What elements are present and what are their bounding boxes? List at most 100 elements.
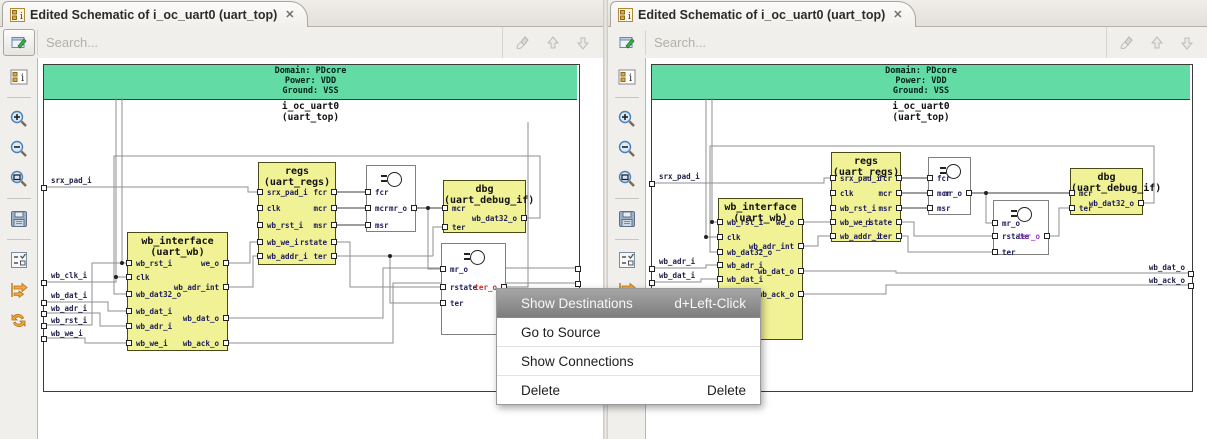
edge-pin-label[interactable]: srx_pad_i [659,172,700,181]
edge-pin-label[interactable]: srx_pad_i [51,176,92,185]
menu-item-show-destinations[interactable]: Show Destinations d+Left-Click [497,289,760,318]
schematic-pin[interactable] [1188,283,1194,289]
search-input[interactable] [37,30,502,55]
port-label[interactable]: msr [937,204,951,213]
port-label[interactable]: srx_pad_i [840,174,881,183]
save-icon[interactable] [6,206,32,232]
port-label[interactable]: rstate [300,238,327,247]
block-gate-mr[interactable]: fcr mcr msr mr_o [366,165,416,232]
schematic-pin[interactable] [41,336,47,342]
zoom-fit-icon[interactable] [6,165,32,191]
edge-pin-label[interactable]: wb_ack_o [1149,276,1185,285]
port-label[interactable]: fcr [937,174,951,183]
edge-pin-label[interactable]: wb_we_i [51,329,83,338]
port-label[interactable]: wb_rst_i [267,221,303,230]
port-label[interactable]: we_o [201,259,219,268]
port-label[interactable]: mcr [452,204,466,213]
schematic-source-icon[interactable]: i [614,64,640,90]
zoom-in-icon[interactable] [6,105,32,131]
port-label[interactable]: rstate [450,283,477,292]
edit-search-icon[interactable] [3,29,35,56]
menu-item-go-to-source[interactable]: Go to Source [497,318,760,347]
port-label[interactable]: rstate [865,218,892,227]
schematic-source-icon[interactable]: i [6,64,32,90]
edge-pin-label[interactable]: wb_dat_i [659,271,695,280]
port-label[interactable]: mr_o [944,189,962,198]
edge-pin-label[interactable]: wb_dat_i [51,291,87,300]
port-label[interactable]: clk [267,204,281,213]
port-label[interactable]: wb_addr_i [267,252,308,261]
broom-icon[interactable] [1117,33,1137,53]
block-dbg[interactable]: dbg (uart_debug_if) mcr ter wb_dat32_o [1070,168,1143,215]
arrow-up-icon[interactable] [543,33,563,53]
close-icon[interactable]: ✕ [285,8,294,21]
block-dbg[interactable]: dbg (uart_debug_if) mcr ter wb_dat32_o [443,180,526,233]
zoom-in-icon[interactable] [614,105,640,131]
arrow-down-icon[interactable] [1177,33,1197,53]
port-label[interactable]: ter [452,223,466,232]
zoom-out-icon[interactable] [6,135,32,161]
port-label[interactable]: wb_rst_i [840,204,876,213]
port-label[interactable]: msr [375,221,389,230]
port-label[interactable]: clk [727,233,741,242]
selected-port-label[interactable]: ter_o [1017,232,1040,241]
port-label[interactable]: wb_dat_o [183,314,219,323]
block-wb-interface[interactable]: wb_interface (uart_wb) wb_rst_i clk wb_d… [127,232,228,351]
port-label[interactable]: wb_dat32_o [472,214,517,223]
port-label[interactable]: mr_o [389,204,407,213]
schematic-pin[interactable] [575,281,581,287]
port-label[interactable]: wb_adr_int [749,242,794,251]
block-gate-ter[interactable]: mr_o rstate ter ter_o [993,200,1049,255]
port-label[interactable]: wb_dat32_o [1089,199,1134,208]
block-gate-mr[interactable]: fcr mcr msr mr_o [928,157,971,215]
broom-icon[interactable] [513,33,533,53]
menu-item-delete[interactable]: Delete Delete [497,376,760,404]
edge-pin-label[interactable]: wb_adr_i [659,257,695,266]
schematic-pin[interactable] [575,266,581,272]
edge-pin-label[interactable]: wb_adr_i [51,304,87,313]
schematic-pin[interactable] [1188,271,1194,277]
port-label[interactable]: msr [878,204,892,213]
port-label[interactable]: wb_dat_i [727,275,763,284]
edge-pin-label[interactable]: wb_dat_o [1149,263,1185,272]
port-label[interactable]: wb_ack_o [758,290,794,299]
port-label[interactable]: ter [1002,248,1016,257]
port-label[interactable]: wb_we_i [136,339,168,348]
schematic-pin[interactable] [41,280,47,286]
arrow-down-icon[interactable] [573,33,593,53]
save-icon[interactable] [614,206,640,232]
port-label[interactable]: mcr [878,189,892,198]
port-label[interactable]: fcr [313,188,327,197]
port-label[interactable]: mcr [1079,189,1093,198]
port-label[interactable]: srx_pad_i [267,188,308,197]
port-label[interactable]: clk [136,273,150,282]
port-label[interactable]: fcr [878,174,892,183]
port-label[interactable]: wb_dat_o [758,267,794,276]
edge-pin-label[interactable]: wb_clk_i [51,271,87,280]
port-label[interactable]: wb_rst_i [136,259,172,268]
fanout-trace-icon[interactable] [6,277,32,303]
port-label[interactable]: ter [450,299,464,308]
port-label[interactable]: mcr [375,204,389,213]
selected-port-label[interactable]: ter_o [474,283,497,292]
edge-pin-label[interactable]: wb_rst_i [51,316,87,325]
port-label[interactable]: wb_dat_i [136,307,172,316]
zoom-out-icon[interactable] [614,135,640,161]
port-label[interactable]: ter [878,232,892,241]
port-label[interactable]: mr_o [1002,219,1020,228]
port-label[interactable]: wb_addr_i [840,232,881,241]
close-icon[interactable]: ✕ [893,8,902,21]
block-regs[interactable]: regs (uart_regs) srx_pad_i clk wb_rst_i … [831,152,901,242]
edit-search-icon[interactable] [611,29,643,56]
block-regs[interactable]: regs (uart_regs) srx_pad_i clk wb_rst_i … [258,162,336,265]
port-label[interactable]: clk [840,189,854,198]
options-icon[interactable] [6,247,32,273]
schematic-pin[interactable] [41,323,47,329]
port-label[interactable]: wb_adr_i [136,322,172,331]
schematic-pin[interactable] [41,311,47,317]
menu-item-show-connections[interactable]: Show Connections [497,347,760,376]
port-label[interactable]: wb_rst_i [727,218,763,227]
reload-icon[interactable] [6,307,32,333]
search-input[interactable] [645,30,1106,55]
schematic-pin[interactable] [41,185,47,191]
